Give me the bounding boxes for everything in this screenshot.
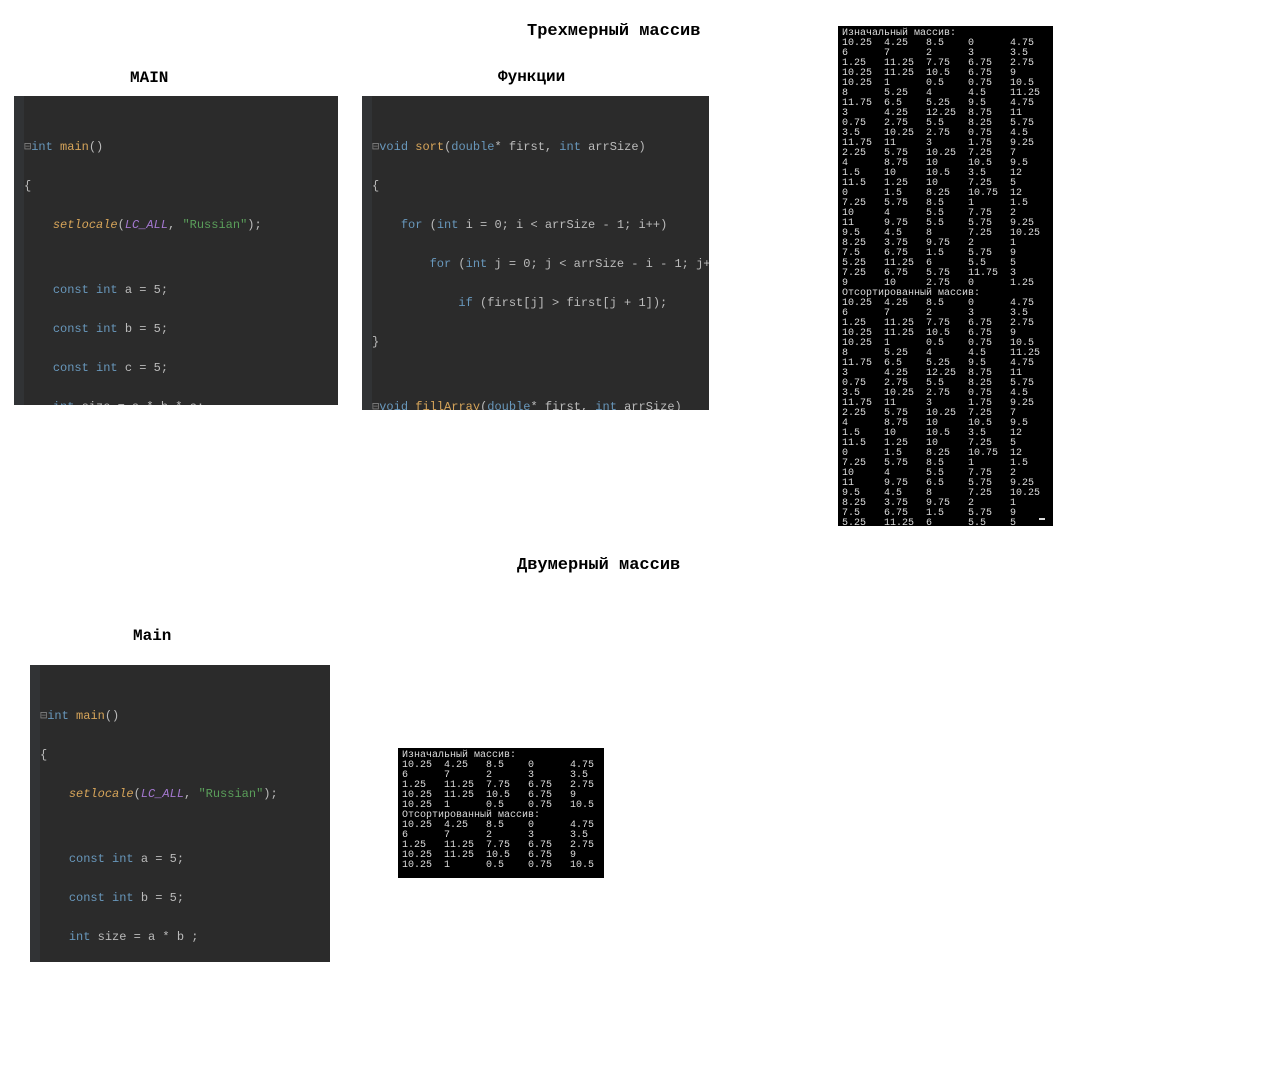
title-2d: Двумерный массив xyxy=(517,556,680,575)
heading-main-2: Main xyxy=(133,627,171,645)
title-3d: Трехмерный массив xyxy=(527,22,700,41)
console-output-2d: Изначальный массив: 10.25 4.25 8.5 0 4.7… xyxy=(398,748,604,878)
code-main-3d: ⊟int main() { setlocale(LC_ALL, "Russian… xyxy=(14,96,338,405)
code-functions: ⊟void sort(double* first, int arrSize) {… xyxy=(362,96,709,410)
code-main-2d: ⊟int main() { setlocale(LC_ALL, "Russian… xyxy=(30,665,330,962)
heading-main-1: MAIN xyxy=(130,69,168,87)
console-output-3d: Изначальный массив: 10.25 4.25 8.5 0 4.7… xyxy=(838,26,1053,526)
heading-functions: Функции xyxy=(498,68,565,86)
